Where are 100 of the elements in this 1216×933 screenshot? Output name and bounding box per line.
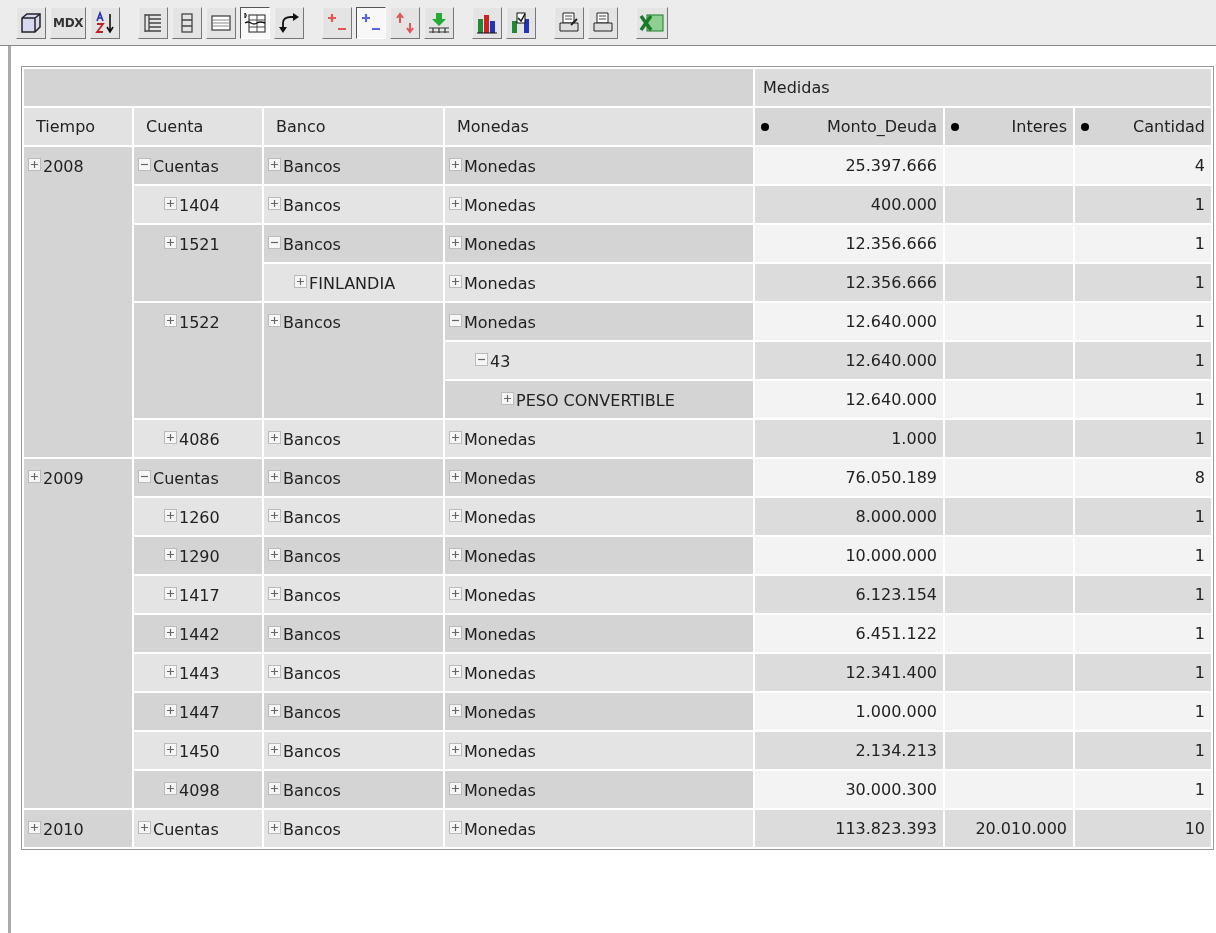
expand-icon[interactable] [268,743,281,756]
expand-icon[interactable] [268,587,281,600]
cube-icon [19,10,43,35]
value-cell: 1 [1075,732,1211,769]
value-cell: 1 [1075,381,1211,418]
value-cell: 6.451.122 [755,615,943,652]
expand-icon[interactable] [268,158,281,171]
expand-icon[interactable] [268,665,281,678]
expand-icon[interactable] [268,197,281,210]
measure-header[interactable]: Monto_Deuda [755,108,943,145]
expand-icon[interactable] [449,548,462,561]
expand-icon[interactable] [449,665,462,678]
expand-icon[interactable] [28,470,41,483]
expand-icon[interactable] [449,236,462,249]
mdx-button[interactable]: MDX [50,6,87,39]
expand-icon[interactable] [164,665,177,678]
expand-icon[interactable] [449,704,462,717]
value-cell: 1 [1075,264,1211,301]
toolbar-button[interactable] [240,6,271,39]
expand-icon[interactable] [449,158,462,171]
member-cell: 43 [445,342,753,379]
expand-icon[interactable] [268,704,281,717]
expand-icon[interactable] [449,587,462,600]
expand-icon[interactable] [268,821,281,834]
value-cell: 1 [1075,303,1211,340]
column-header: Tiempo [24,108,132,145]
expand-icon[interactable] [268,782,281,795]
collapse-icon[interactable] [475,353,488,366]
expand-icon[interactable] [164,314,177,327]
expand-icon[interactable] [268,431,281,444]
value-cell: 1 [1075,654,1211,691]
expand-icon[interactable] [164,587,177,600]
value-cell: 1 [1075,186,1211,223]
member-cell: Monedas [445,615,753,652]
value-cell: 1 [1075,498,1211,535]
expand-icon[interactable] [164,704,177,717]
value-cell: 12.356.666 [755,264,943,301]
measure-header[interactable]: Cantidad [1075,108,1211,145]
measure-header[interactable]: Interes [945,108,1073,145]
expand-icon[interactable] [268,626,281,639]
expand-icon[interactable] [164,626,177,639]
expand-icon[interactable] [449,470,462,483]
toolbar-button[interactable] [356,6,387,39]
member-cell: Monedas [445,576,753,613]
member-cell: Bancos [264,654,443,691]
collapse-icon[interactable] [268,236,281,249]
member-cell: Bancos [264,303,443,418]
expand-icon[interactable] [294,275,307,288]
expand-icon[interactable] [164,509,177,522]
expand-icon[interactable] [449,509,462,522]
value-cell: 1.000.000 [755,693,943,730]
member-cell: Monedas [445,420,753,457]
member-cell: Monedas [445,498,753,535]
expand-icon[interactable] [164,743,177,756]
member-cell: Bancos [264,576,443,613]
expand-icon[interactable] [164,236,177,249]
member-cell: Bancos [264,693,443,730]
expand-icon[interactable] [449,197,462,210]
expand-icon[interactable] [164,782,177,795]
expand-icon[interactable] [28,821,41,834]
member-cell: Bancos [264,771,443,808]
expand-icon[interactable] [268,548,281,561]
expand-icon[interactable] [449,431,462,444]
expand-icon[interactable] [449,626,462,639]
expand-icon[interactable] [268,470,281,483]
expand-icon[interactable] [449,275,462,288]
collapse-icon[interactable] [449,314,462,327]
expand-icon[interactable] [449,782,462,795]
member-cell: Cuentas [134,459,262,496]
value-cell: 12.640.000 [755,342,943,379]
expand-icon[interactable] [28,158,41,171]
value-cell: 6.123.154 [755,576,943,613]
expand-icon[interactable] [164,197,177,210]
member-cell: Cuentas [134,147,262,184]
value-cell: 1 [1075,615,1211,652]
collapse-icon[interactable] [138,470,151,483]
expand-icon[interactable] [164,548,177,561]
expand-icon[interactable] [449,821,462,834]
expand-icon[interactable] [501,392,514,405]
value-cell: 1 [1075,225,1211,262]
member-cell: Bancos [264,147,443,184]
expand-icon[interactable] [268,314,281,327]
measure-label: Interes [1011,115,1067,138]
column-header: Banco [264,108,443,145]
member-cell: Cuentas [134,810,262,847]
expand-icon[interactable] [138,821,151,834]
member-cell: 4086 [134,420,262,457]
drill-down-icon [427,10,452,35]
member-cell: 1450 [134,732,262,769]
value-cell: 4 [1075,147,1211,184]
collapse-icon[interactable] [138,158,151,171]
printer-page-icon [557,10,582,35]
value-cell: 76.050.189 [755,459,943,496]
expand-icon[interactable] [268,509,281,522]
expand-icon[interactable] [164,431,177,444]
member-cell: Bancos [264,225,443,262]
value-cell: 1 [1075,342,1211,379]
member-cell: 2010 [24,810,132,847]
value-cell: 1 [1075,537,1211,574]
expand-icon[interactable] [449,743,462,756]
